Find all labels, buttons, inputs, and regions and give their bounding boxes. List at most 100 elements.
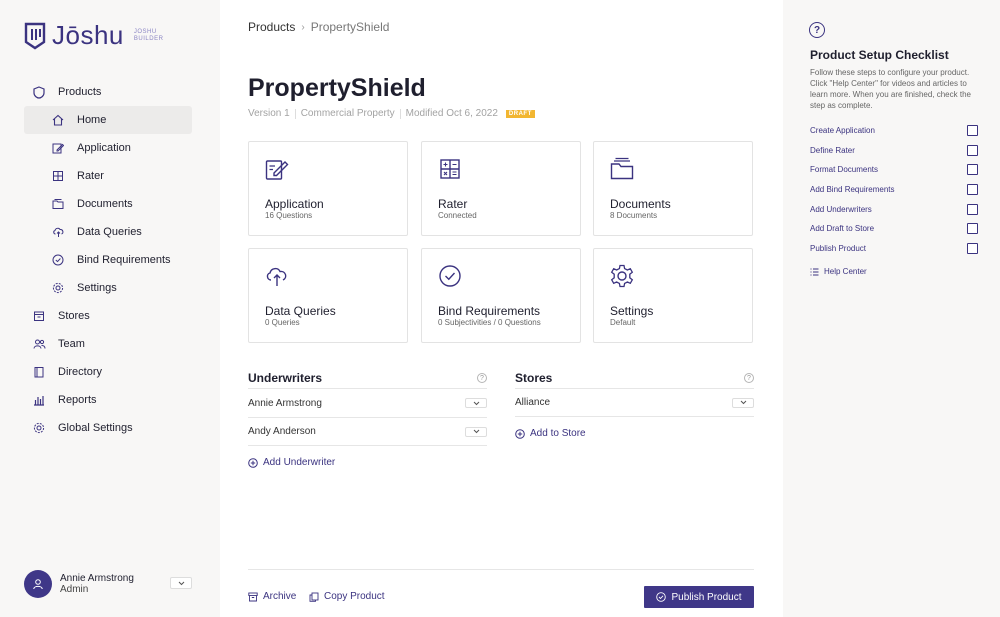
folder-icon — [51, 197, 65, 211]
breadcrumb-root[interactable]: Products — [248, 20, 295, 34]
sidebar-item-rater[interactable]: Rater — [24, 162, 192, 190]
sidebar-item-label: Documents — [77, 198, 133, 210]
folder-icon — [610, 157, 634, 180]
add-to-store-button[interactable]: Add to Store — [515, 428, 586, 439]
checklist-checkbox[interactable] — [967, 164, 978, 176]
store-row: Alliance — [515, 388, 754, 417]
calculator-icon — [440, 159, 460, 179]
card-subtitle: 0 Subjectivities / 0 Questions — [438, 318, 541, 327]
main-content: Products › PropertyShield PropertyShield… — [248, 0, 754, 617]
page-title: PropertyShield — [248, 74, 426, 102]
underwriter-dropdown[interactable] — [465, 398, 487, 408]
sidebar-item-documents[interactable]: Documents — [24, 190, 192, 218]
sidebar-item-label: Products — [58, 86, 102, 98]
card-bind-requirements[interactable]: Bind Requirements 0 Subjectivities / 0 Q… — [421, 248, 581, 343]
sidebar-item-directory[interactable]: Directory — [24, 358, 192, 386]
card-settings[interactable]: Settings Default — [593, 248, 753, 343]
sidebar-item-label: Rater — [77, 170, 104, 182]
user-menu[interactable]: Annie Armstrong Admin — [24, 569, 192, 599]
book-icon — [32, 365, 46, 379]
chevron-down-icon — [473, 401, 479, 405]
avatar[interactable] — [24, 570, 52, 598]
shield-icon — [32, 85, 46, 99]
checklist-link-add-underwriters[interactable]: Add Underwriters — [810, 205, 872, 214]
sidebar-item-stores[interactable]: Stores — [24, 302, 192, 330]
card-title: Application — [265, 197, 324, 211]
version-label: Version 1 — [248, 108, 290, 119]
checklist-title: Product Setup Checklist — [810, 48, 949, 62]
sidebar-item-team[interactable]: Team — [24, 330, 192, 358]
calculator-icon — [51, 169, 65, 183]
sidebar: Jōshu JOSHU BUILDER Products Home Applic… — [0, 0, 220, 617]
gear-icon — [32, 421, 46, 435]
checklist-checkbox[interactable] — [967, 242, 978, 254]
add-to-store-label: Add to Store — [530, 428, 586, 439]
sidebar-item-home[interactable]: Home — [24, 106, 192, 134]
copy-product-label: Copy Product — [324, 591, 385, 602]
logo-sub-line2: BUILDER — [133, 35, 164, 42]
archive-icon — [248, 592, 258, 602]
checklist-link-add-bind-requirements[interactable]: Add Bind Requirements — [810, 185, 895, 194]
sidebar-item-global-settings[interactable]: Global Settings — [24, 414, 192, 442]
user-role: Admin — [60, 584, 89, 595]
card-rater[interactable]: Rater Connected — [421, 141, 581, 236]
checklist-item: Publish Product — [810, 239, 978, 259]
checklist-link-add-draft-to-store[interactable]: Add Draft to Store — [810, 224, 874, 233]
checklist: Create Application Define Rater Format D… — [810, 121, 978, 258]
checklist-link-create-application[interactable]: Create Application — [810, 126, 875, 135]
card-data-queries[interactable]: Data Queries 0 Queries — [248, 248, 408, 343]
copy-product-button[interactable]: Copy Product — [309, 591, 385, 602]
checklist-link-publish-product[interactable]: Publish Product — [810, 244, 866, 253]
archive-button[interactable]: Archive — [248, 591, 296, 602]
card-subtitle: 0 Queries — [265, 318, 300, 327]
chevron-down-icon — [178, 581, 184, 585]
sidebar-nav: Products Home Application Rater Document… — [24, 78, 192, 442]
sidebar-item-label: Application — [77, 142, 131, 154]
card-title: Rater — [438, 197, 468, 211]
list-icon — [810, 268, 819, 276]
checklist-item: Add Underwriters — [810, 199, 978, 219]
logo[interactable]: Jōshu JOSHU BUILDER — [24, 20, 163, 51]
card-application[interactable]: Application 16 Questions — [248, 141, 408, 236]
checklist-link-define-rater[interactable]: Define Rater — [810, 146, 855, 155]
sidebar-item-data-queries[interactable]: Data Queries — [24, 218, 192, 246]
help-icon[interactable]: ? — [477, 373, 487, 383]
sidebar-item-label: Team — [58, 338, 85, 350]
card-documents[interactable]: Documents 8 Documents — [593, 141, 753, 236]
card-title: Documents — [610, 197, 671, 211]
underwriter-dropdown[interactable] — [465, 426, 487, 437]
checklist-link-format-documents[interactable]: Format Documents — [810, 165, 878, 174]
sidebar-item-label: Global Settings — [58, 422, 133, 434]
status-badge: DRAFT — [505, 109, 535, 118]
store-dropdown[interactable] — [732, 397, 754, 408]
user-icon — [33, 579, 43, 590]
user-info: Annie Armstrong Admin — [60, 573, 134, 595]
publish-product-label: Publish Product — [671, 591, 742, 603]
checklist-panel: ? Product Setup Checklist Follow these s… — [783, 0, 1000, 617]
sidebar-item-reports[interactable]: Reports — [24, 386, 192, 414]
checklist-checkbox[interactable] — [967, 125, 978, 137]
sidebar-item-bind-requirements[interactable]: Bind Requirements — [24, 246, 192, 274]
checklist-checkbox[interactable] — [967, 144, 978, 156]
sidebar-item-settings[interactable]: Settings — [24, 274, 192, 302]
edit-icon — [265, 160, 289, 180]
user-dropdown-button[interactable] — [170, 577, 192, 589]
underwriter-row: Annie Armstrong — [248, 388, 487, 417]
add-underwriter-button[interactable]: Add Underwriter — [248, 457, 335, 468]
checklist-checkbox[interactable] — [967, 203, 978, 215]
help-icon[interactable]: ? — [744, 373, 754, 383]
help-center-link[interactable]: Help Center — [810, 267, 867, 276]
checklist-checkbox[interactable] — [967, 223, 978, 235]
sidebar-item-products[interactable]: Products — [24, 78, 192, 106]
checklist-description: Follow these steps to configure your pro… — [810, 68, 971, 110]
checklist-checkbox[interactable] — [967, 184, 978, 196]
check-circle-icon — [656, 592, 667, 602]
breadcrumb: Products › PropertyShield — [248, 20, 389, 34]
breadcrumb-current: PropertyShield — [310, 20, 390, 34]
stores-heading: Stores — [515, 371, 553, 385]
sidebar-item-label: Reports — [58, 394, 97, 406]
sidebar-item-application[interactable]: Application — [24, 134, 192, 162]
publish-product-button[interactable]: Publish Product — [644, 586, 754, 608]
question-icon[interactable]: ? — [809, 22, 825, 38]
checklist-item: Format Documents — [810, 160, 978, 180]
